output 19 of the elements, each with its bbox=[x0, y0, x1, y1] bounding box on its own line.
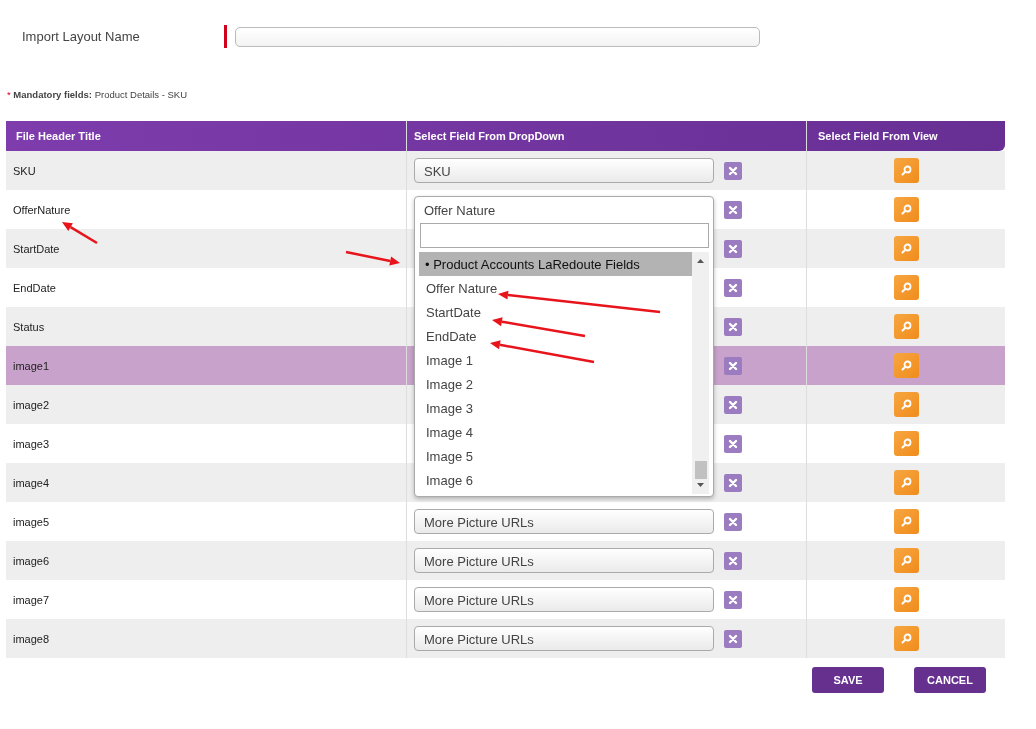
table-cell-text: OfferNature bbox=[13, 202, 71, 218]
column-header: Select Field From View bbox=[818, 129, 938, 144]
table-cell-text: image2 bbox=[13, 397, 50, 413]
mandatory-note: Mandatory fields: Product Details - SKU bbox=[13, 89, 188, 100]
table-cell-text: image6 bbox=[13, 553, 50, 569]
table-cell-text: image8 bbox=[13, 631, 50, 647]
table-cell-text: image4 bbox=[13, 475, 50, 491]
field-label: Import Layout Name bbox=[21, 27, 141, 46]
table-cell-text: image7 bbox=[13, 592, 50, 608]
table-cell-text: SKU bbox=[13, 163, 36, 179]
table-cell-text: image3 bbox=[13, 436, 50, 452]
required-asterisk: * bbox=[7, 89, 11, 100]
table-cell-text: EndDate bbox=[13, 280, 56, 296]
column-header: Select Field From DropDown bbox=[414, 129, 565, 144]
table-cell-text: image1 bbox=[13, 358, 50, 374]
table-cell-text: Status bbox=[13, 319, 45, 335]
table-cell-text: image5 bbox=[13, 514, 50, 530]
table-cell-text: StartDate bbox=[13, 241, 60, 257]
column-header: File Header Title bbox=[16, 129, 101, 144]
